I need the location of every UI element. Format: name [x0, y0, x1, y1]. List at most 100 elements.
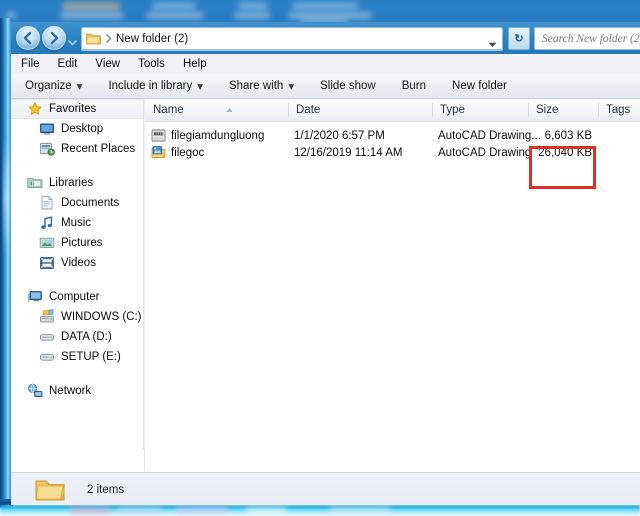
file-list-pane[interactable]: Name Date Type Size Tags filegiamdungluo… [145, 99, 640, 450]
search-box[interactable] [534, 27, 640, 50]
forward-button[interactable] [42, 26, 66, 50]
sidebar-item-videos[interactable]: Videos [11, 253, 144, 273]
sidebar-item-windows-c[interactable]: WINDOWS (C:) [11, 307, 144, 327]
sidebar-item-network[interactable]: Network [11, 381, 144, 401]
sidebar-item-label: Documents [61, 197, 120, 209]
menu-item-view[interactable]: View [95, 58, 120, 70]
menu-item-edit[interactable]: Edit [58, 58, 78, 70]
breadcrumb-current-folder[interactable]: New folder (2) [116, 33, 188, 45]
sidebar-item-pictures[interactable]: Pictures [11, 233, 144, 253]
sidebar-item-label: DATA (D:) [61, 331, 112, 343]
slide-show-button[interactable]: Slide show [320, 80, 376, 92]
file-name-cell[interactable]: filegoc [151, 144, 204, 161]
recent-places-icon [39, 141, 55, 157]
file-type-cell: AutoCAD Drawing... [438, 129, 541, 142]
star-icon [27, 101, 43, 117]
share-with-button[interactable]: Share with ▾ [229, 79, 294, 93]
sidebar-item-label: Computer [49, 291, 100, 303]
file-name-label: filegoc [171, 146, 205, 159]
videos-icon [39, 255, 55, 271]
address-dropdown-icon[interactable] [488, 35, 497, 53]
chevron-down-icon: ▾ [288, 81, 295, 93]
sidebar-item-recent-places[interactable]: Recent Places [11, 139, 144, 159]
table-row[interactable]: filegoc 12/16/2019 11:14 AM AutoCAD Draw… [145, 144, 640, 161]
sidebar-item-libraries[interactable]: Libraries [11, 173, 144, 193]
address-bar: New folder (2) ↻ [11, 22, 640, 54]
table-row[interactable]: filegiamdungluong 1/1/2020 6:57 PM AutoC… [145, 127, 640, 144]
column-header-type[interactable]: Type [432, 99, 528, 121]
sidebar-item-label: Favorites [49, 103, 97, 115]
column-header-date[interactable]: Date [288, 99, 438, 121]
column-header-size-label: Size [536, 104, 559, 116]
burn-button[interactable]: Burn [402, 80, 426, 92]
share-with-label: Share with [228, 80, 284, 92]
drive-icon [39, 329, 55, 345]
include-in-library-button[interactable]: Include in library ▾ [108, 79, 203, 93]
computer-icon [27, 289, 43, 305]
music-icon [39, 215, 55, 231]
folder-icon [35, 477, 65, 502]
file-name-cell[interactable]: filegiamdungluong [151, 127, 264, 144]
file-size-cell: 26,040 KB [538, 146, 592, 159]
chevron-down-icon [68, 40, 77, 46]
search-input[interactable] [540, 31, 640, 46]
breadcrumb-bar[interactable]: New folder (2) [81, 27, 503, 50]
organize-label: Organize [25, 80, 72, 92]
column-header-type-label: Type [440, 104, 465, 116]
include-in-library-label: Include in library [108, 80, 193, 92]
sidebar-item-label: Videos [61, 257, 96, 269]
new-folder-button[interactable]: New folder [452, 80, 507, 92]
file-date-cell: 1/1/2020 6:57 PM [294, 129, 385, 142]
column-header-name[interactable]: Name [145, 99, 288, 121]
explorer-window: New folder (2) ↻ File Edit View Tools He… [11, 22, 640, 505]
recent-pages-button[interactable] [68, 34, 77, 46]
column-header-size[interactable]: Size [528, 99, 598, 121]
breadcrumb-separator-icon [106, 30, 112, 48]
sidebar-item-documents[interactable]: Documents [11, 193, 144, 213]
desktop-icon [39, 121, 55, 137]
documents-icon [39, 195, 55, 211]
back-arrow-icon [23, 31, 32, 45]
navigation-pane[interactable]: Favorites Desktop Recent Places Librarie… [11, 99, 144, 450]
menu-item-file[interactable]: File [21, 58, 40, 70]
sort-ascending-icon [224, 100, 235, 112]
sidebar-item-label: WINDOWS (C:) [61, 311, 142, 323]
organize-button[interactable]: Organize ▾ [25, 79, 82, 93]
sidebar-item-favorites[interactable]: Favorites [11, 99, 144, 119]
background-blur-bottom [0, 505, 640, 516]
chevron-down-icon: ▾ [76, 81, 83, 93]
background-blur-top [0, 0, 640, 25]
file-type-cell: AutoCAD Drawing [438, 146, 532, 159]
back-button[interactable] [16, 26, 40, 50]
column-header-tags[interactable]: Tags [598, 99, 640, 121]
column-header-date-label: Date [296, 104, 321, 116]
sidebar-item-desktop[interactable]: Desktop [11, 119, 144, 139]
menu-bar: File Edit View Tools Help [11, 54, 640, 74]
sidebar-item-label: Music [61, 217, 92, 229]
forward-arrow-icon [50, 31, 59, 45]
menu-item-help[interactable]: Help [183, 58, 207, 70]
file-rows: filegiamdungluong 1/1/2020 6:57 PM AutoC… [145, 122, 640, 161]
windows-drive-icon [39, 309, 55, 325]
sidebar-item-label: Network [49, 385, 92, 397]
column-header-name-label: Name [153, 104, 184, 116]
sidebar-item-setup-e[interactable]: SETUP (E:) [11, 347, 144, 367]
sidebar-item-data-d[interactable]: DATA (D:) [11, 327, 144, 347]
dwg-file-icon-alt [151, 145, 166, 160]
command-bar: Organize ▾ Include in library ▾ Share wi… [11, 74, 640, 99]
item-count-status: 2 items [87, 483, 125, 496]
network-icon [27, 383, 43, 399]
refresh-button[interactable]: ↻ [508, 27, 530, 50]
column-header-tags-label: Tags [606, 104, 631, 116]
sidebar-item-label: SETUP (E:) [61, 351, 121, 363]
sidebar-item-music[interactable]: Music [11, 213, 144, 233]
pictures-icon [39, 235, 55, 251]
sidebar-item-label: Libraries [49, 177, 94, 189]
menu-item-tools[interactable]: Tools [138, 58, 165, 70]
file-date-cell: 12/16/2019 11:14 AM [294, 146, 403, 159]
sidebar-item-computer[interactable]: Computer [11, 287, 144, 307]
explorer-screenshot: New folder (2) ↻ File Edit View Tools He… [0, 0, 640, 516]
pane-gap [11, 450, 640, 472]
